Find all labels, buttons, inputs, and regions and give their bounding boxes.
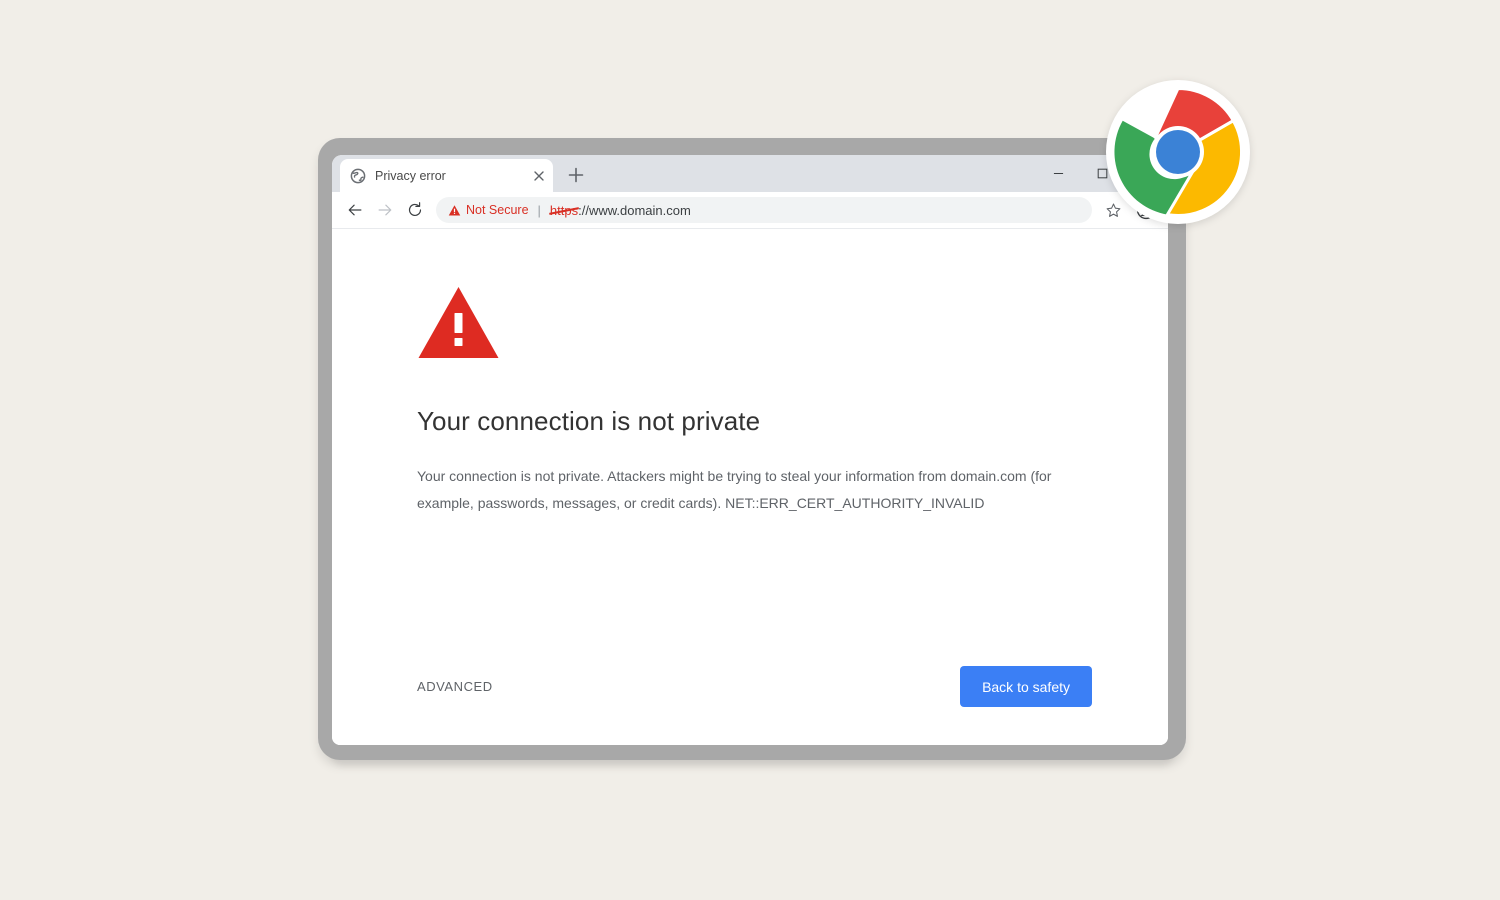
warning-triangle-icon [448, 204, 461, 217]
tab-privacy-error[interactable]: Privacy error [340, 159, 553, 192]
tab-strip: Privacy error [332, 155, 1168, 192]
forward-arrow-icon[interactable] [370, 195, 400, 225]
globe-icon [350, 168, 366, 184]
browser-toolbar: Not Secure | https://www.domain.com [332, 192, 1168, 229]
privacy-error-page: Your connection is not private Your conn… [332, 229, 1168, 745]
action-row: ADVANCED Back to safety [417, 666, 1092, 707]
chrome-logo [1104, 78, 1252, 226]
address-bar[interactable]: Not Secure | https://www.domain.com [436, 197, 1092, 223]
error-description: Your connection is not private. Attacker… [417, 468, 1052, 511]
tab-title: Privacy error [375, 168, 446, 183]
url-text: https://www.domain.com [550, 203, 691, 218]
back-to-safety-button[interactable]: Back to safety [960, 666, 1092, 707]
new-tab-button[interactable] [562, 161, 590, 189]
security-status-badge[interactable]: Not Secure [448, 203, 529, 217]
reload-icon[interactable] [400, 195, 430, 225]
page-title: Your connection is not private [417, 406, 761, 436]
minimize-button[interactable] [1036, 155, 1080, 192]
close-icon[interactable] [531, 168, 547, 184]
url-host-path: ://www.domain.com [578, 202, 691, 218]
url-scheme-struck: https [549, 202, 579, 218]
advanced-button[interactable]: ADVANCED [417, 673, 493, 700]
red-warning-triangle-icon [417, 285, 500, 360]
browser-window: Privacy error Not Secure | https://www.… [332, 155, 1168, 745]
back-arrow-icon[interactable] [340, 195, 370, 225]
not-secure-label: Not Secure [466, 203, 529, 217]
omnibox-divider: | [537, 202, 541, 218]
